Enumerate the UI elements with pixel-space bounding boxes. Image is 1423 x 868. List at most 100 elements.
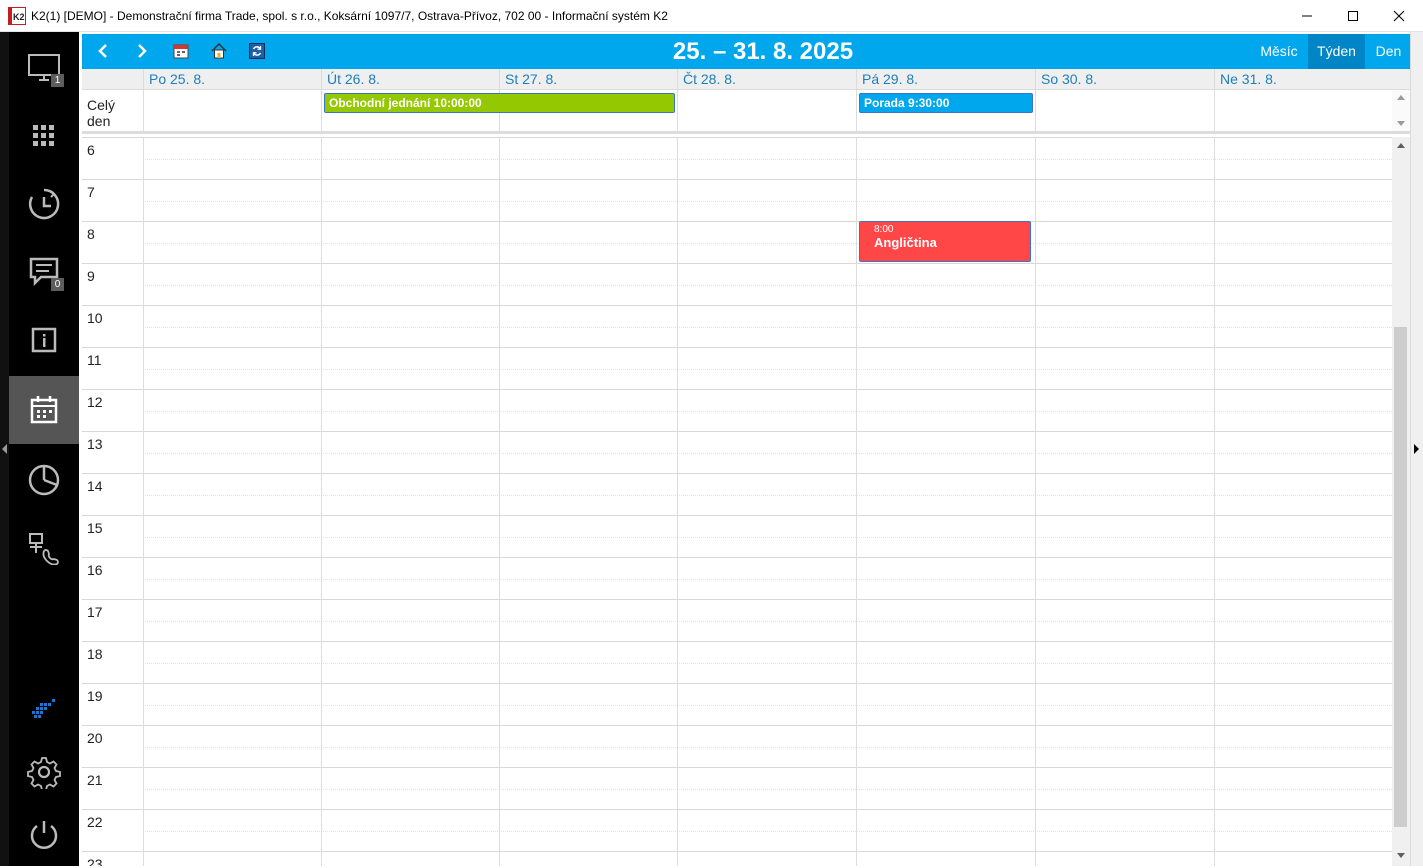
allday-cell-thu[interactable] <box>677 90 856 131</box>
hour-row: 12 <box>82 389 1392 431</box>
hour-row: 15 <box>82 515 1392 557</box>
day-header-thu[interactable]: Čt 28. 8. <box>677 69 856 90</box>
hour-row: 22 <box>82 809 1392 851</box>
sidebar-item-apps[interactable] <box>9 102 79 170</box>
hour-row: 18 <box>82 641 1392 683</box>
hour-label: 22 <box>87 814 103 830</box>
hour-label: 9 <box>87 268 95 284</box>
desktop-badge: 1 <box>51 74 64 87</box>
view-day-button[interactable]: Den <box>1367 34 1410 69</box>
event-time: 8:00 <box>874 224 894 235</box>
window-title: K2(1) [DEMO] - Demonstrační firma Trade,… <box>31 9 668 23</box>
sidebar-item-history[interactable] <box>9 170 79 238</box>
svg-text:K2: K2 <box>13 12 25 22</box>
hour-row: 13 <box>82 431 1392 473</box>
grid-apps-icon <box>33 125 54 146</box>
day-header-sat[interactable]: So 30. 8. <box>1035 69 1214 90</box>
day-header-sun[interactable]: Ne 31. 8. <box>1214 69 1392 90</box>
day-column-mon[interactable] <box>143 137 144 866</box>
close-icon <box>1393 10 1405 22</box>
allday-cell-mon[interactable] <box>143 90 322 131</box>
pie-chart-icon <box>28 464 60 496</box>
sidebar-item-messages[interactable]: 0 <box>9 238 79 306</box>
hour-label: 11 <box>87 352 102 368</box>
sidebar-item-communication[interactable] <box>9 514 79 582</box>
day-column-wed[interactable] <box>499 137 500 866</box>
hour-label: 20 <box>87 730 103 746</box>
day-column-fri[interactable] <box>856 137 857 866</box>
scroll-up-arrow-icon[interactable] <box>1397 143 1405 148</box>
all-day-row: Celý den Obchodní jednání 10:00:00 Porad… <box>82 90 1410 134</box>
sidebar-item-settings[interactable] <box>9 738 79 806</box>
sidebar-item-calendar[interactable] <box>9 376 79 444</box>
allday-event-business-meeting[interactable]: Obchodní jednání 10:00:00 <box>324 93 675 113</box>
day-column-thu[interactable] <box>677 137 678 866</box>
hour-label: 13 <box>87 436 103 452</box>
maximize-button[interactable] <box>1330 0 1376 31</box>
collapse-left-arrow-icon[interactable] <box>2 444 7 454</box>
hour-label: 8 <box>87 226 95 242</box>
hour-label: 17 <box>87 604 103 620</box>
calendar-icon <box>30 396 58 424</box>
hour-label: 10 <box>87 310 103 326</box>
week-time-grid: 6 7 8 9 10 11 12 13 14 15 16 17 18 19 20… <box>82 137 1392 866</box>
day-header-mon[interactable]: Po 25. 8. <box>143 69 322 90</box>
sidebar-item-k2[interactable] <box>9 674 79 742</box>
hour-label: 16 <box>87 562 103 578</box>
day-header-fri[interactable]: Pá 29. 8. <box>856 69 1035 90</box>
power-icon <box>30 821 58 849</box>
scroll-down-arrow-icon[interactable] <box>1397 121 1405 126</box>
hour-label: 6 <box>87 142 95 158</box>
expand-right-arrow-icon[interactable] <box>1414 444 1419 454</box>
sidebar-item-info[interactable] <box>9 306 79 374</box>
maximize-icon <box>1348 11 1358 21</box>
hour-row: 7 <box>82 179 1392 221</box>
time-grid-scrollbar[interactable] <box>1392 137 1410 866</box>
all-day-scrollbar[interactable] <box>1392 90 1410 131</box>
week-day-header: Po 25. 8. Út 26. 8. St 27. 8. Čt 28. 8. … <box>82 69 1410 90</box>
event-title: Angličtina <box>874 235 937 250</box>
day-column-sat[interactable] <box>1035 137 1036 866</box>
day-column-tue[interactable] <box>321 137 322 866</box>
view-week-button[interactable]: Týden <box>1308 34 1365 69</box>
hour-row: 16 <box>82 557 1392 599</box>
hour-row: 8 <box>82 221 1392 263</box>
allday-cell-sat[interactable] <box>1035 90 1214 131</box>
date-range-title: 25. – 31. 8. 2025 <box>672 38 854 65</box>
hour-row: 14 <box>82 473 1392 515</box>
hour-row: 17 <box>82 599 1392 641</box>
hour-label: 21 <box>87 772 103 788</box>
minimize-button[interactable] <box>1284 0 1330 31</box>
sidebar-item-statistics[interactable] <box>9 446 79 514</box>
day-header-wed[interactable]: St 27. 8. <box>499 69 678 90</box>
all-day-label-line1: Celý <box>87 97 116 113</box>
window-titlebar: K2 K2(1) [DEMO] - Demonstrační firma Tra… <box>0 0 1423 32</box>
scrollbar-thumb[interactable] <box>1394 327 1407 827</box>
hour-row: 23 <box>82 851 1392 866</box>
hour-label: 14 <box>87 478 103 494</box>
hour-row: 21 <box>82 767 1392 809</box>
hour-label: 7 <box>87 184 95 200</box>
day-column-sun[interactable] <box>1214 137 1215 866</box>
hour-row: 6 <box>82 137 1392 179</box>
hour-row: 20 <box>82 725 1392 767</box>
sidebar-item-desktop[interactable]: 1 <box>9 34 79 102</box>
network-phone-icon <box>29 533 59 565</box>
k2-app-icon: K2 <box>7 6 27 26</box>
view-month-button[interactable]: Měsíc <box>1250 34 1308 69</box>
day-header-tue[interactable]: Út 26. 8. <box>321 69 500 90</box>
hour-label: 23 <box>87 856 103 866</box>
sidebar-item-logout[interactable] <box>9 800 79 868</box>
k2-logo-icon <box>32 699 55 718</box>
scroll-up-arrow-icon[interactable] <box>1397 95 1405 100</box>
hour-row: 11 <box>82 347 1392 389</box>
close-button[interactable] <box>1376 0 1422 31</box>
calendar-toolbar: 25. – 31. 8. 2025 Měsíc Týden Den <box>82 34 1410 69</box>
hour-label: 12 <box>87 394 103 410</box>
event-english-lesson[interactable]: 8:00 Angličtina <box>859 221 1031 262</box>
all-day-label: Celý den <box>87 97 137 129</box>
hour-label: 15 <box>87 520 103 536</box>
allday-event-meeting[interactable]: Porada 9:30:00 <box>859 93 1033 113</box>
allday-cell-sun[interactable] <box>1214 90 1392 131</box>
scroll-down-arrow-icon[interactable] <box>1397 853 1405 858</box>
